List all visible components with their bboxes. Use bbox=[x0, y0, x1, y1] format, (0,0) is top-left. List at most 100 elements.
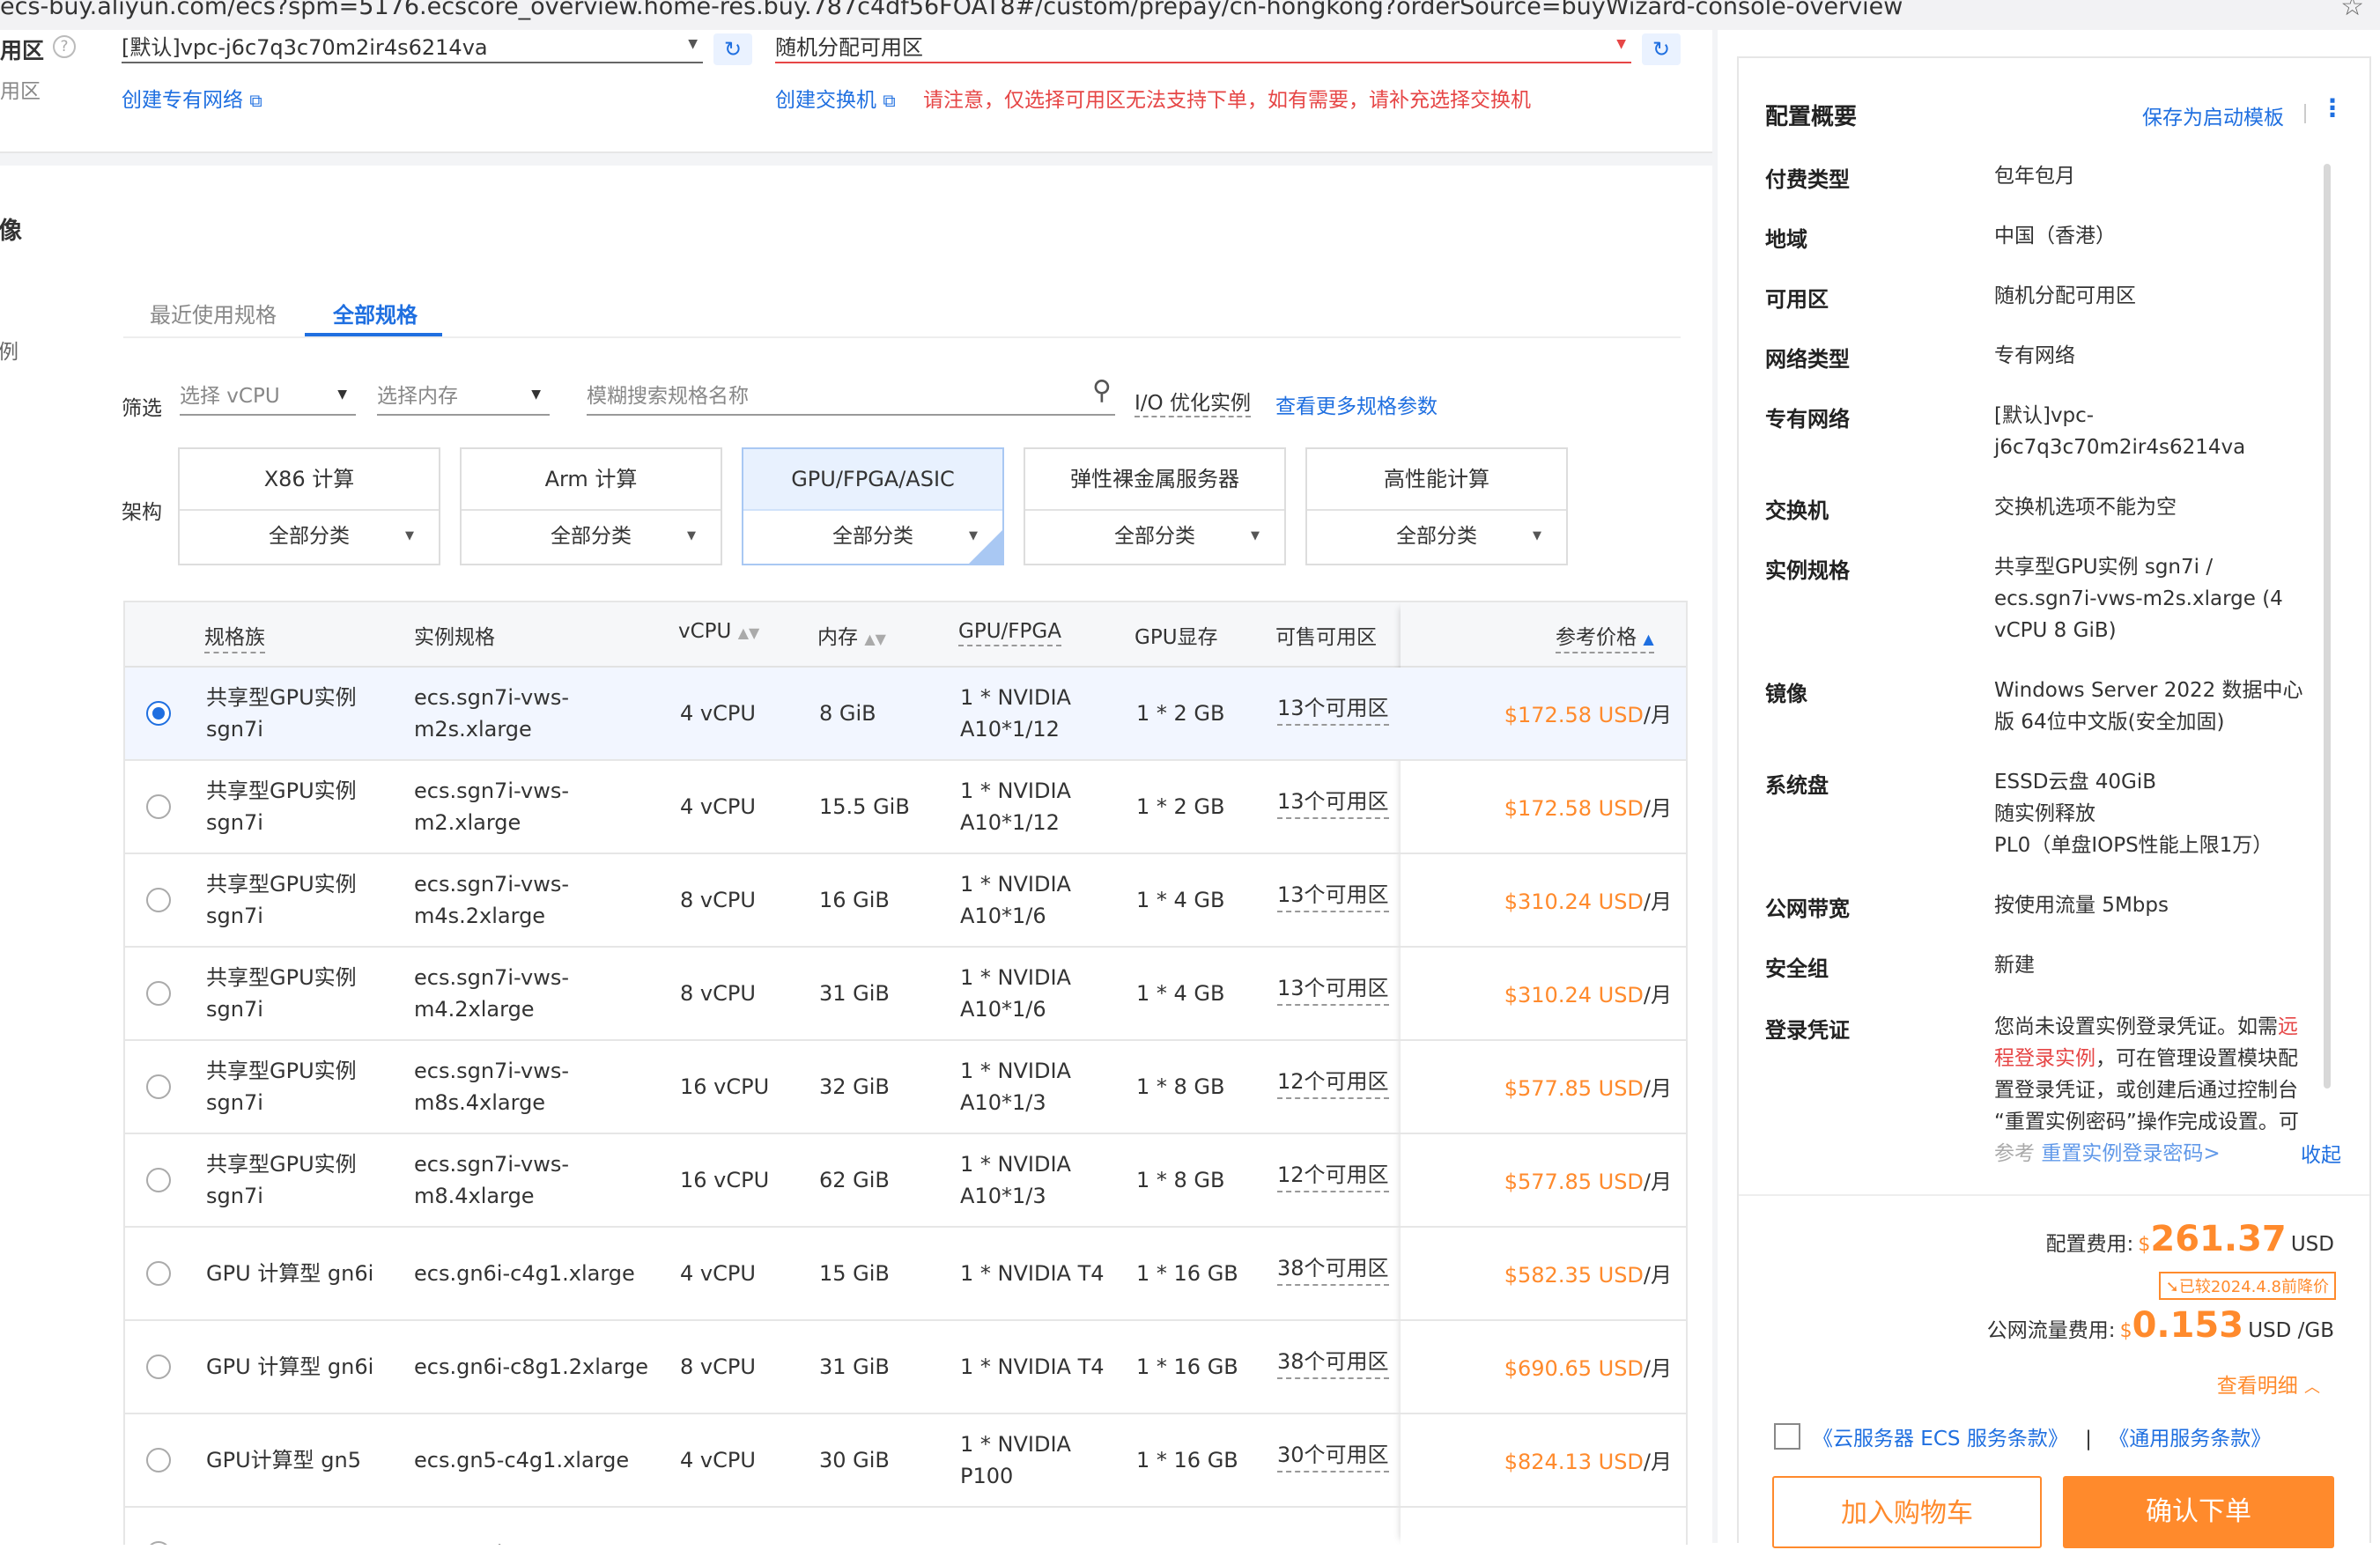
row-radio[interactable] bbox=[146, 1354, 171, 1379]
tab-all[interactable]: 全部规格 bbox=[333, 298, 418, 328]
confirm-order-button[interactable]: 确认下单 bbox=[2063, 1476, 2334, 1548]
row-radio[interactable] bbox=[146, 1074, 171, 1099]
config-summary-panel: 配置概要 保存为启动模板 ⋮ 付费类型 包年包月 地域 中国（香港） 可用区 随… bbox=[1737, 56, 2371, 1548]
price-cell: $577.85 USD/月 bbox=[1504, 1164, 1672, 1195]
general-terms-link[interactable]: 《通用服务条款》 bbox=[2109, 1428, 2271, 1450]
vswitch-select[interactable]: 随机分配可用区 ▼ bbox=[775, 30, 1631, 63]
zones-cell[interactable]: 13个可用区 bbox=[1277, 974, 1389, 1006]
remote-login-link[interactable]: 远 bbox=[2278, 1015, 2298, 1038]
zones-cell[interactable]: 38个可用区 bbox=[1277, 1254, 1389, 1286]
add-to-cart-button[interactable]: 加入购物车 bbox=[1772, 1476, 2042, 1548]
table-row[interactable]: 共享型GPU实例 sgn7i ecs.sgn7i-vws-m2s.xlarge 4 v… bbox=[125, 668, 1686, 761]
mem-select[interactable]: 选择内存 ▼ bbox=[377, 379, 550, 416]
arch-hpc[interactable]: 高性能计算 全部分类 ▼ bbox=[1305, 447, 1568, 565]
table-row[interactable]: GPU 计算型 gn6i ecs.gn6i-c8g1.2xlarge 8 vCPU 3… bbox=[125, 1321, 1686, 1414]
search-icon[interactable]: ⚲ bbox=[1092, 375, 1112, 406]
arch-subtype-value: 全部分类 bbox=[269, 525, 350, 548]
spec-cell: ecs.sgn7i-vws- bbox=[414, 779, 569, 803]
refresh-vpc-icon[interactable]: ↻ bbox=[713, 33, 752, 65]
help-icon[interactable]: ? bbox=[53, 35, 76, 58]
zone-label: 用区 bbox=[0, 38, 45, 63]
table-row[interactable]: ecs.gn6i- bbox=[125, 1508, 1686, 1545]
table-row[interactable]: 共享型GPU实例 sgn7i ecs.sgn7i-vws-m8.4xlarge 16 … bbox=[125, 1134, 1686, 1228]
table-row[interactable]: 共享型GPU实例 sgn7i ecs.sgn7i-vws-m2.xlarge 4 vC… bbox=[125, 761, 1686, 854]
vcpu-placeholder: 选择 vCPU bbox=[180, 385, 280, 408]
external-link-icon: ⧉ bbox=[249, 90, 262, 111]
price-unit: /月 bbox=[1643, 796, 1672, 821]
row-radio[interactable] bbox=[146, 888, 171, 912]
arch-subtype-select[interactable]: 全部分类 ▼ bbox=[743, 509, 1002, 564]
tab-recent[interactable]: 最近使用规格 bbox=[150, 298, 277, 328]
spec-search-input[interactable]: 模糊搜索规格名称 ⚲ bbox=[587, 375, 1115, 416]
ecs-terms-link[interactable]: 《云服务器 ECS 服务条款》 bbox=[1813, 1428, 2068, 1450]
row-radio[interactable] bbox=[146, 1448, 171, 1472]
traffic-fee-currency: $ bbox=[2119, 1320, 2132, 1342]
panel-scrollbar[interactable] bbox=[2324, 164, 2331, 1089]
spec-cell: ecs.sgn7i-vws- bbox=[414, 1152, 569, 1177]
row-radio[interactable] bbox=[146, 981, 171, 1006]
header-mem[interactable]: 内存 ▲▼ bbox=[817, 620, 886, 650]
more-params-link[interactable]: 查看更多规格参数 bbox=[1275, 389, 1438, 419]
sort-icon[interactable]: ▲▼ bbox=[864, 631, 886, 647]
row-radio[interactable] bbox=[146, 701, 171, 726]
remote-login-link[interactable]: 程登录实例 bbox=[1994, 1047, 2095, 1070]
price-cell: $310.24 USD/月 bbox=[1504, 884, 1672, 915]
family-cell-line2: sgn7i bbox=[206, 1090, 263, 1115]
table-row[interactable]: GPU计算型 gn5 ecs.gn5-c4g1.xlarge 4 vCPU 30 Gi… bbox=[125, 1414, 1686, 1508]
family-cell-line2: sgn7i bbox=[206, 810, 263, 835]
zone-value: 随机分配可用区 bbox=[1994, 284, 2136, 307]
save-template-link[interactable]: 保存为启动模板 bbox=[2142, 100, 2284, 130]
zones-cell[interactable]: 38个可用区 bbox=[1277, 1347, 1389, 1379]
row-radio[interactable] bbox=[146, 1261, 171, 1286]
arch-bare-metal[interactable]: 弹性裸金属服务器 全部分类 ▼ bbox=[1024, 447, 1286, 565]
section-label: 像 bbox=[0, 218, 22, 245]
mem-cell: 15 GiB bbox=[819, 1261, 890, 1286]
table-row[interactable]: GPU 计算型 gn6i ecs.gn6i-c4g1.xlarge 4 vCPU 15… bbox=[125, 1228, 1686, 1321]
collapse-link[interactable]: 收起 bbox=[2301, 1138, 2341, 1168]
header-vcpu[interactable]: vCPU ▲▼ bbox=[678, 620, 759, 643]
refresh-vswitch-icon[interactable]: ↻ bbox=[1642, 33, 1681, 65]
disk-value-line2: 随实例释放 bbox=[1994, 802, 2095, 825]
arch-subtype-select[interactable]: 全部分类 ▼ bbox=[180, 509, 439, 564]
more-icon[interactable]: ⋮ bbox=[2320, 93, 2345, 122]
zones-cell[interactable]: 13个可用区 bbox=[1277, 694, 1389, 726]
row-radio[interactable] bbox=[146, 1168, 171, 1192]
spec-cell: ecs.sgn7i-vws- bbox=[414, 685, 569, 710]
arch-subtype-select[interactable]: 全部分类 ▼ bbox=[1025, 509, 1284, 564]
zones-cell[interactable]: 30个可用区 bbox=[1277, 1441, 1389, 1472]
zones-cell[interactable]: 13个可用区 bbox=[1277, 881, 1389, 912]
arch-gpu[interactable]: GPU/FPGA/ASIC 全部分类 ▼ bbox=[742, 447, 1004, 565]
vcpu-select[interactable]: 选择 vCPU ▼ bbox=[180, 379, 356, 416]
io-optimized-label[interactable]: I/O 优化实例 bbox=[1135, 386, 1251, 417]
create-vpc-link[interactable]: 创建专有网络 ⧉ bbox=[122, 83, 262, 113]
table-row[interactable]: 共享型GPU实例 sgn7i ecs.sgn7i-vws-m4s.2xlarge 8 … bbox=[125, 854, 1686, 948]
bookmark-star-icon[interactable]: ☆ bbox=[2340, 0, 2364, 22]
row-radio[interactable] bbox=[146, 794, 171, 819]
view-detail-link[interactable]: 查看明细 ︿ bbox=[2217, 1369, 2320, 1399]
external-link-icon: ⧉ bbox=[883, 90, 896, 111]
price-cell: $582.35 USD/月 bbox=[1504, 1258, 1672, 1288]
price-value: $172.58 USD bbox=[1504, 796, 1644, 821]
terms-checkbox[interactable] bbox=[1774, 1423, 1800, 1450]
arch-subtype-select[interactable]: 全部分类 ▼ bbox=[1307, 509, 1566, 564]
address-bar[interactable]: ecs-buy.aliyun.com/ecs?spm=5176.ecscore_… bbox=[0, 0, 2380, 30]
zones-cell[interactable]: 13个可用区 bbox=[1277, 787, 1389, 819]
image-value-line2: 版 64位中文版(安全加固) bbox=[1994, 711, 2225, 734]
sort-icon[interactable]: ▲▼ bbox=[738, 624, 760, 641]
create-vswitch-link[interactable]: 创建交换机 ⧉ bbox=[775, 83, 896, 113]
region-value: 中国（香港） bbox=[1994, 225, 2116, 247]
arch-x86[interactable]: X86 计算 全部分类 ▼ bbox=[178, 447, 440, 565]
url-text[interactable]: ecs-buy.aliyun.com/ecs?spm=5176.ecscore_… bbox=[0, 0, 1903, 20]
tab-divider bbox=[123, 336, 1681, 338]
zones-cell[interactable]: 12个可用区 bbox=[1277, 1067, 1389, 1099]
row-radio[interactable] bbox=[146, 1541, 171, 1545]
region-label: 地域 bbox=[1765, 227, 1807, 252]
table-row[interactable]: 共享型GPU实例 sgn7i ecs.sgn7i-vws-m8s.4xlarge 16… bbox=[125, 1041, 1686, 1134]
arch-subtype-select[interactable]: 全部分类 ▼ bbox=[462, 509, 721, 564]
arch-arm[interactable]: Arm 计算 全部分类 ▼ bbox=[460, 447, 722, 565]
chevron-down-icon: ▼ bbox=[531, 388, 541, 402]
vpc-select[interactable]: [默认]vpc-j6c7q3c70m2ir4s6214va ▼ bbox=[122, 30, 703, 63]
reset-password-link[interactable]: 重置实例登录密码> bbox=[2041, 1142, 2220, 1165]
zones-cell[interactable]: 12个可用区 bbox=[1277, 1161, 1389, 1192]
table-row[interactable]: 共享型GPU实例 sgn7i ecs.sgn7i-vws-m4.2xlarge 8 v… bbox=[125, 948, 1686, 1041]
